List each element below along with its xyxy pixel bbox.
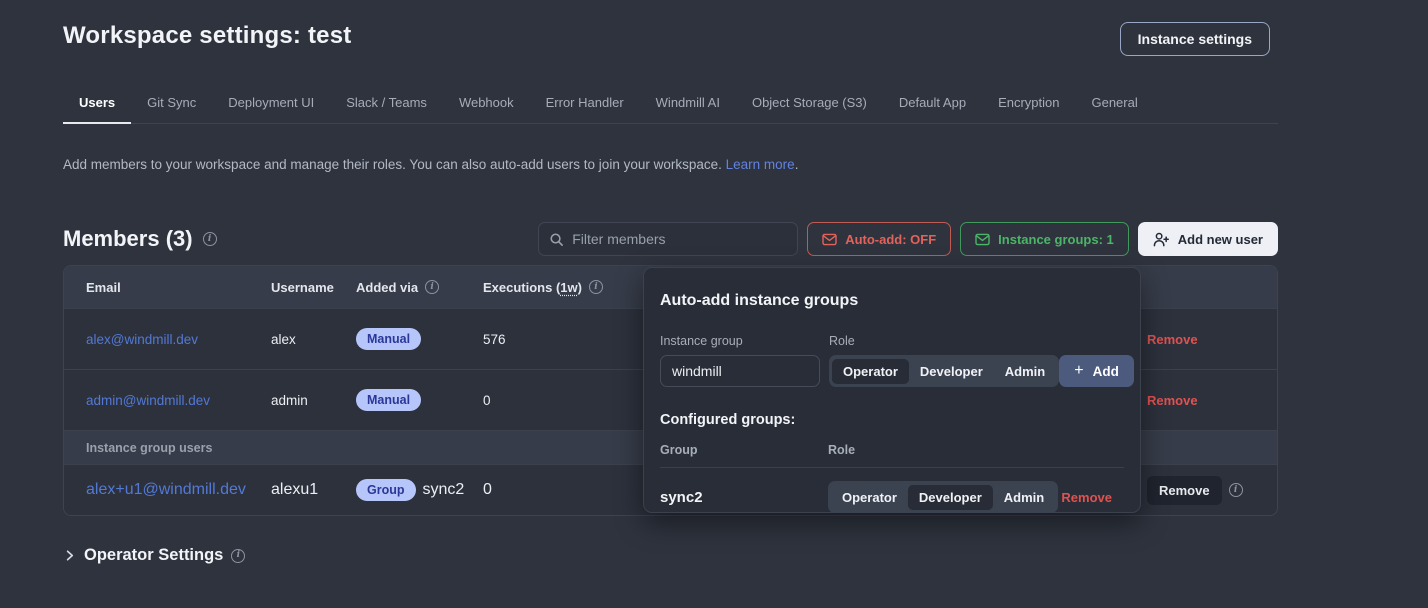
remove-member-button[interactable]: Remove: [1147, 393, 1198, 408]
search-icon: [549, 232, 564, 247]
plus-icon: +: [1074, 362, 1083, 380]
tab-object-storage[interactable]: Object Storage (S3): [736, 86, 883, 124]
user-plus-icon: [1153, 232, 1169, 247]
role-segmented-control: Operator Developer Admin: [828, 481, 1058, 513]
auto-add-button[interactable]: Auto-add: OFF: [807, 222, 951, 256]
mail-icon: [822, 233, 837, 246]
auto-add-instance-groups-popup: Auto-add instance groups Instance group …: [643, 267, 1141, 513]
top-bar: Workspace settings: test Instance settin…: [63, 0, 1278, 56]
members-info-icon[interactable]: i: [203, 232, 217, 246]
configured-groups-heading: Configured groups:: [660, 412, 1124, 428]
remove-member-button[interactable]: Remove: [1147, 332, 1198, 347]
operator-settings-info-icon[interactable]: i: [231, 549, 245, 563]
instance-groups-label: Instance groups: 1: [998, 232, 1114, 247]
added-via-badge: Manual: [356, 328, 421, 350]
members-description: Add members to your workspace and manage…: [63, 157, 1278, 172]
role-option-admin[interactable]: Admin: [993, 485, 1055, 510]
role-option-developer[interactable]: Developer: [909, 359, 994, 384]
page-title: Workspace settings: test: [63, 22, 351, 50]
tab-bar: Users Git Sync Deployment UI Slack / Tea…: [63, 86, 1278, 124]
tab-encryption[interactable]: Encryption: [982, 86, 1075, 124]
member-executions: 0: [461, 393, 639, 408]
filter-members-search[interactable]: [538, 222, 798, 256]
col-header-added-via: Added via i: [334, 280, 461, 295]
member-email-link[interactable]: alex+u1@windmill.dev: [86, 481, 246, 499]
description-text: Add members to your workspace and manage…: [63, 157, 722, 172]
col-header-email: Email: [64, 280, 249, 295]
added-via-badge: Group: [356, 479, 416, 501]
operator-settings-toggle[interactable]: Operator Settings i: [63, 546, 1278, 565]
member-username: alexu1: [249, 481, 334, 499]
role-field: Role Operator Developer Admin: [829, 334, 1059, 387]
executions-label: Executions (1w): [483, 280, 582, 295]
executions-info-icon[interactable]: i: [589, 280, 603, 294]
member-username: alex: [249, 332, 334, 347]
instance-settings-button[interactable]: Instance settings: [1120, 22, 1270, 56]
col-header-username: Username: [249, 280, 334, 295]
mail-icon: [975, 233, 990, 246]
group-name: sync2: [423, 481, 465, 499]
role-option-operator[interactable]: Operator: [831, 485, 908, 510]
add-new-user-label: Add new user: [1178, 232, 1263, 247]
remove-member-button[interactable]: Remove: [1147, 476, 1222, 505]
instance-group-field: Instance group: [660, 334, 820, 387]
tab-git-sync[interactable]: Git Sync: [131, 86, 212, 124]
tab-default-app[interactable]: Default App: [883, 86, 982, 124]
added-via-badge: Manual: [356, 389, 421, 411]
remove-group-button[interactable]: Remove: [1061, 490, 1112, 505]
added-via-label: Added via: [356, 280, 418, 295]
remove-info-icon[interactable]: i: [1229, 483, 1243, 497]
configured-group-row: sync2 Operator Developer Admin Remove: [660, 481, 1124, 513]
tab-webhook[interactable]: Webhook: [443, 86, 530, 124]
member-email-link[interactable]: alex@windmill.dev: [86, 332, 198, 347]
tab-windmill-ai[interactable]: Windmill AI: [640, 86, 736, 124]
auto-add-label: Auto-add: OFF: [845, 232, 936, 247]
member-username: admin: [249, 393, 334, 408]
role-option-operator[interactable]: Operator: [832, 359, 909, 384]
members-header-row: Members (3) i Auto-add: OFF Instance gro…: [63, 222, 1278, 256]
role-option-admin[interactable]: Admin: [994, 359, 1056, 384]
popup-form: Instance group Role Operator Developer A…: [660, 334, 1124, 387]
added-via-info-icon[interactable]: i: [425, 280, 439, 294]
col-header-executions: Executions (1w) i: [461, 280, 639, 295]
tab-deployment-ui[interactable]: Deployment UI: [212, 86, 330, 124]
member-executions: 576: [461, 332, 639, 347]
member-email-link[interactable]: admin@windmill.dev: [86, 393, 210, 408]
members-heading: Members (3): [63, 226, 193, 252]
role-col-header: Role: [828, 443, 855, 457]
tab-error-handler[interactable]: Error Handler: [530, 86, 640, 124]
add-group-label: Add: [1093, 364, 1119, 379]
members-controls: Auto-add: OFF Instance groups: 1 Add new…: [538, 222, 1278, 256]
tab-slack-teams[interactable]: Slack / Teams: [330, 86, 443, 124]
instance-groups-button[interactable]: Instance groups: 1: [960, 222, 1129, 256]
learn-more-link[interactable]: Learn more: [726, 157, 795, 172]
instance-group-label: Instance group: [660, 334, 820, 348]
configured-group-name: sync2: [660, 489, 828, 506]
add-group-button[interactable]: + Add: [1059, 355, 1134, 387]
section-label: Instance group users: [64, 441, 212, 455]
role-label: Role: [829, 334, 1059, 348]
tab-users[interactable]: Users: [63, 86, 131, 124]
group-col-header: Group: [660, 443, 828, 457]
configured-groups-header-row: Group Role: [660, 443, 1124, 468]
filter-members-input[interactable]: [572, 231, 787, 247]
chevron-right-icon: [63, 549, 76, 562]
tab-general[interactable]: General: [1075, 86, 1153, 124]
role-segmented-control: Operator Developer Admin: [829, 355, 1059, 387]
description-period: .: [795, 157, 799, 172]
member-executions: 0: [461, 481, 639, 499]
add-new-user-button[interactable]: Add new user: [1138, 222, 1278, 256]
popup-title: Auto-add instance groups: [660, 292, 1124, 310]
role-option-developer[interactable]: Developer: [908, 485, 993, 510]
operator-settings-label: Operator Settings: [84, 546, 223, 565]
instance-group-input[interactable]: [660, 355, 820, 387]
